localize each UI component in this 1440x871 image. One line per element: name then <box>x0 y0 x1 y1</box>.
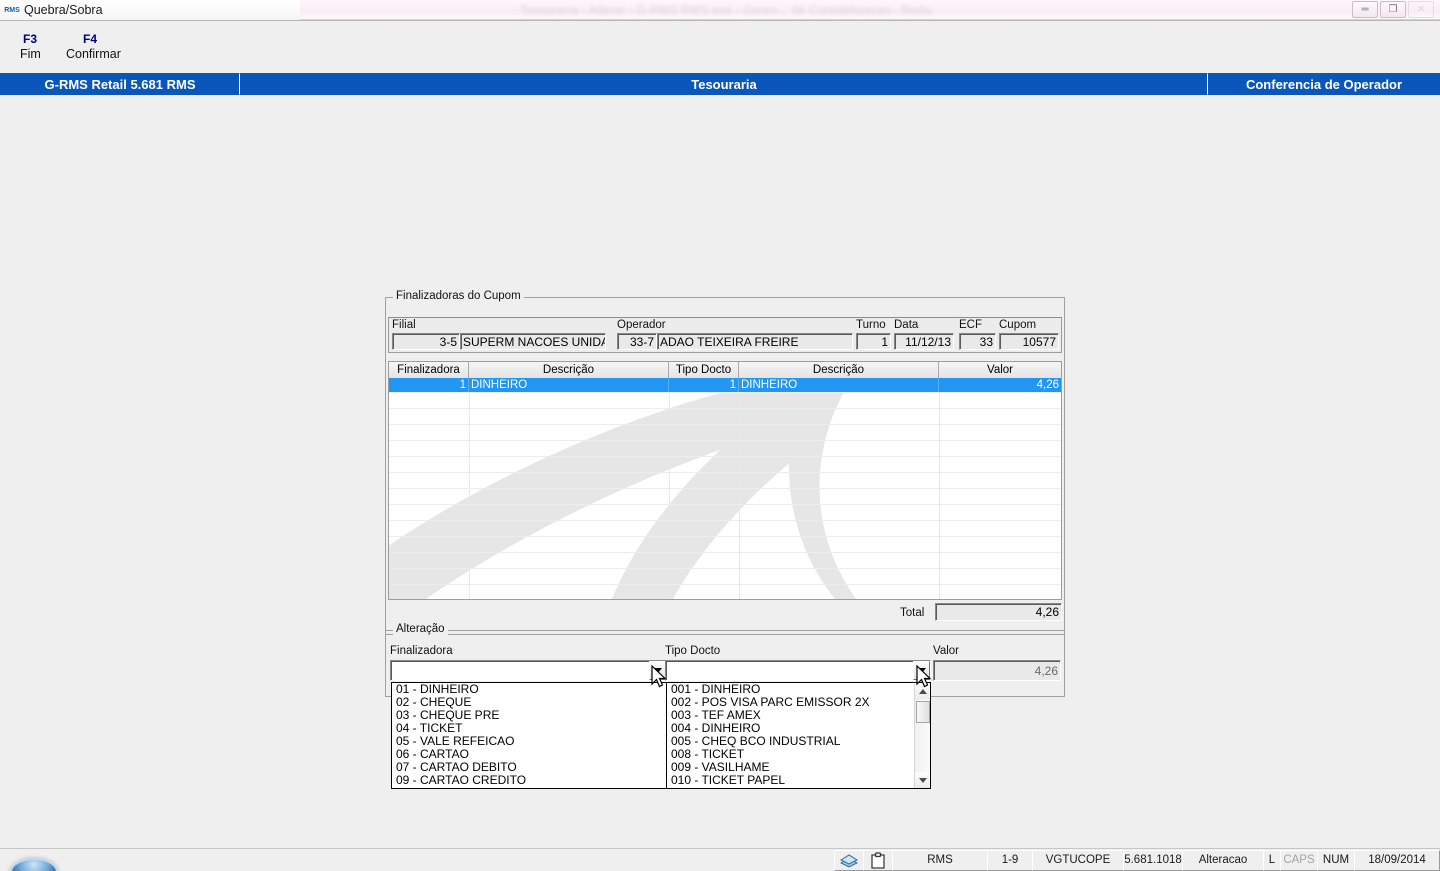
screen-root: Tesouraria - Alterar - G-RMS RMS.exe - G… <box>0 0 1440 871</box>
workspace: Finalizadoras do Cupom Filial 3-5 SUPERM… <box>0 95 1440 849</box>
cell-descricao-1: DINHEIRO <box>469 378 669 392</box>
clipboard-icon[interactable] <box>863 849 893 871</box>
field-cupom: 10577 <box>999 333 1059 350</box>
statusbar-spacer <box>0 849 835 871</box>
field-operador-name: ADAO TEIXEIRA FREIRE <box>657 333 853 350</box>
label-filial: Filial <box>392 319 416 331</box>
function-key-f3[interactable]: F3 Fim <box>20 32 41 62</box>
label-ecf: ECF <box>959 319 982 331</box>
wallpaper-watermark <box>389 378 1061 599</box>
statusbar-cell-l: L <box>1263 849 1281 871</box>
function-key-f3-key: F3 <box>23 32 38 46</box>
scroll-up-icon[interactable] <box>915 683 930 699</box>
grid-col-descricao-2[interactable]: Descrição <box>739 362 939 378</box>
finalizadora-option-7[interactable]: 09 - CARTAO CREDITO <box>392 774 666 787</box>
dropdown-tipo-docto-items[interactable]: 001 - DINHEIRO 002 - POS VISA PARC EMISSO… <box>667 683 913 787</box>
total-label: Total <box>900 607 925 619</box>
tipo-docto-option-7[interactable]: 010 - TICKET PAPEL <box>667 774 913 787</box>
field-ecf: 33 <box>959 333 996 350</box>
function-key-bar: F3 Fim F4 Confirmar <box>0 21 1440 73</box>
combo-tipo-docto[interactable] <box>665 660 931 681</box>
dropdown-scrollbar[interactable] <box>914 683 930 788</box>
function-key-f4[interactable]: F4 Confirmar <box>66 32 121 62</box>
cell-descricao-2: DINHEIRO <box>739 378 939 392</box>
label-operador: Operador <box>617 319 666 331</box>
scroll-down-icon[interactable] <box>915 772 930 788</box>
rms-icon: RMS <box>4 6 20 14</box>
label-turno: Turno <box>856 319 886 331</box>
combo-finalizadora[interactable] <box>390 660 667 681</box>
grid-col-finalizadora[interactable]: Finalizadora <box>389 362 469 378</box>
statusbar-cell-18-09-2014: 18/09/2014 <box>1354 849 1440 871</box>
label-cupom: Cupom <box>999 319 1037 331</box>
windows-stack-icon[interactable] <box>834 849 864 871</box>
statusbar-cell-vgtucope: VGTUCOPE <box>1032 849 1124 871</box>
app-banner: G-RMS Retail 5.681 RMS Tesouraria Confer… <box>0 73 1440 95</box>
banner-module-name: Tesouraria <box>240 73 1208 95</box>
grid-col-descricao-1[interactable]: Descrição <box>469 362 669 378</box>
app-title: Quebra/Sobra <box>24 3 103 17</box>
dropdown-tipo-docto-list[interactable]: 001 - DINHEIRO 002 - POS VISA PARC EMISSO… <box>666 682 931 789</box>
app-titlebar: RMS Quebra/Sobra <box>0 0 300 20</box>
cell-finalizadora: 1 <box>389 378 469 392</box>
cell-tipo-docto: 1 <box>669 378 739 392</box>
label-alt-tipo-docto: Tipo Docto <box>665 645 721 657</box>
function-key-f3-label: Fim <box>20 47 41 61</box>
function-key-f4-label: Confirmar <box>66 47 121 61</box>
statusbar-cell-5-681-1018: 5.681.1018 <box>1123 849 1183 871</box>
banner-screen-name: Conferencia de Operador <box>1208 73 1440 95</box>
label-data: Data <box>894 319 919 331</box>
statusbar-cell-caps: CAPS <box>1280 849 1318 871</box>
coupon-header-panel: Filial 3-5 SUPERM NACOES UNIDAS LTDA Ope… <box>388 317 1062 353</box>
background-window-controls: ═ ❐ ✕ <box>1352 1 1434 18</box>
statusbar-cells: RMS 1-9 VGTUCOPE 5.681.1018 Alteracao L CAPS NU… <box>892 849 1440 871</box>
label-alt-valor: Valor <box>933 645 959 657</box>
function-key-f4-key: F4 <box>83 32 98 46</box>
dropdown-finalizadora-list[interactable]: 01 - DINHEIRO 02 - CHEQUE 03 - CHEQUE PRE 0… <box>391 682 667 789</box>
field-data: 11/12/13 <box>894 333 954 350</box>
chevron-down-icon-2[interactable] <box>913 661 930 680</box>
dropdown-finalizadora-items[interactable]: 01 - DINHEIRO 02 - CHEQUE 03 - CHEQUE PRE 0… <box>392 683 666 787</box>
grid-header-row: Finalizadora Descrição Tipo Docto Descri… <box>389 362 1061 378</box>
statusbar-cell-rms: RMS <box>892 849 988 871</box>
minimize-icon[interactable]: ═ <box>1352 1 1378 18</box>
table-row[interactable]: 1 DINHEIRO 1 DINHEIRO 4,26 <box>389 378 1061 392</box>
statusbar-cell-alteracao: Alteracao <box>1182 849 1264 871</box>
field-filial-code: 3-5 <box>392 333 460 350</box>
finalizadoras-group-legend: Finalizadoras do Cupom <box>393 290 524 302</box>
banner-product-name: G-RMS Retail 5.681 RMS <box>0 73 240 95</box>
label-alt-finalizadora: Finalizadora <box>390 645 453 657</box>
close-icon[interactable]: ✕ <box>1408 1 1434 18</box>
grid-col-valor[interactable]: Valor <box>939 362 1061 378</box>
background-window-title: Tesouraria - Alterar - G-RMS RMS.exe - G… <box>520 3 932 17</box>
chevron-down-icon[interactable] <box>649 661 666 680</box>
statusbar: RMS 1-9 VGTUCOPE 5.681.1018 Alteracao L CAPS NU… <box>0 848 1440 871</box>
field-turno: 1 <box>856 333 891 350</box>
grid-body: 1 DINHEIRO 1 DINHEIRO 4,26 <box>389 378 1061 599</box>
statusbar-cell-num: NUM <box>1317 849 1355 871</box>
total-value: 4,26 <box>935 603 1062 621</box>
field-filial-name: SUPERM NACOES UNIDAS LTDA <box>460 333 606 350</box>
alteracao-group-legend: Alteração <box>393 623 448 635</box>
grid-col-tipo-docto[interactable]: Tipo Docto <box>669 362 739 378</box>
field-alt-valor[interactable]: 4,26 <box>933 660 1061 681</box>
restore-icon[interactable]: ❐ <box>1380 1 1406 18</box>
field-operador-code: 33-7 <box>617 333 657 350</box>
app-body: F3 Fim F4 Confirmar G-RMS Retail 5.681 R… <box>0 20 1440 849</box>
scrollbar-thumb[interactable] <box>916 701 930 723</box>
statusbar-cell-1-9: 1-9 <box>987 849 1033 871</box>
finalizadoras-grid[interactable]: Finalizadora Descrição Tipo Docto Descri… <box>388 361 1062 600</box>
grid-lines <box>389 378 1061 599</box>
cell-valor: 4,26 <box>1036 379 1059 391</box>
